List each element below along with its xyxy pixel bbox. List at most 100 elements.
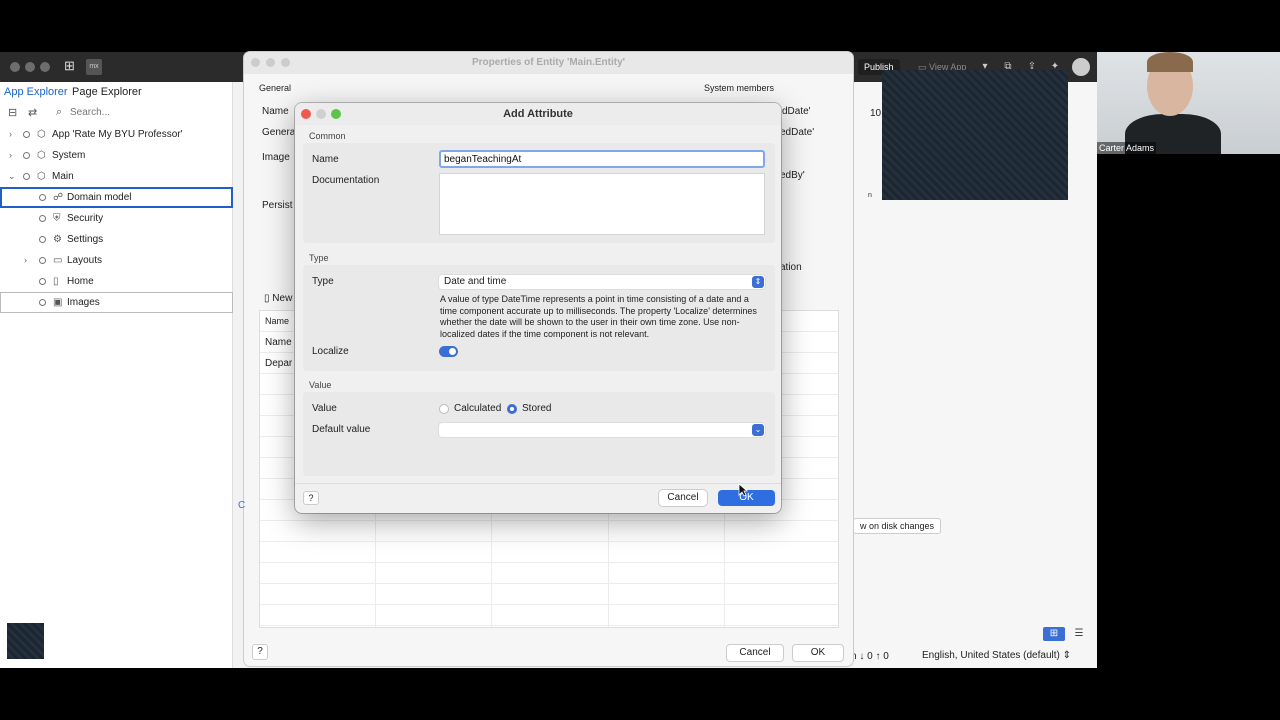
sync-status: n ↓ 0 ↑ 0 — [851, 651, 889, 662]
status-circle-icon — [23, 131, 30, 138]
tab-page-explorer[interactable]: Page Explorer — [72, 86, 142, 98]
folder-icon: ▭ — [53, 255, 63, 266]
close-window-button[interactable] — [10, 62, 20, 72]
video-thumbnail — [7, 623, 44, 659]
chevron-down-icon[interactable]: ⌄ — [8, 166, 18, 187]
system-member-2: edDate' — [780, 127, 815, 138]
generalization-label: Genera — [262, 127, 296, 138]
dialog-cancel-button[interactable]: Cancel — [659, 490, 707, 506]
type-description: A value of type DateTime represents a po… — [440, 294, 757, 339]
tab-app-explorer[interactable]: App Explorer — [4, 86, 68, 98]
common-section-title: Common — [309, 131, 346, 141]
value-label: Value — [312, 403, 337, 414]
tab-partial[interactable]: ation — [780, 262, 802, 273]
status-circle-icon — [39, 215, 46, 222]
table-row — [260, 563, 838, 584]
properties-ok-button[interactable]: OK — [792, 644, 844, 662]
documentation-textarea[interactable] — [439, 173, 765, 235]
status-circle-icon — [23, 173, 30, 180]
value-section-title: Value — [309, 380, 332, 390]
table-cell: Name — [265, 337, 292, 348]
dialog-titlebar: Add Attribute — [295, 103, 781, 125]
tree-item-label: Security — [67, 213, 104, 224]
tree-item-security[interactable]: ⛨ Security — [0, 208, 233, 229]
chevron-right-icon[interactable]: › — [24, 250, 34, 271]
table-row — [260, 584, 838, 605]
chevron-updown-icon: ⇕ — [752, 276, 764, 288]
chevron-right-icon[interactable]: › — [9, 124, 19, 145]
attribute-name-input[interactable] — [439, 150, 765, 168]
properties-cancel-button[interactable]: Cancel — [726, 644, 784, 662]
dialog-title: Add Attribute — [503, 108, 573, 120]
chevron-right-icon[interactable]: › — [9, 145, 19, 166]
image-label: Image — [262, 152, 290, 163]
properties-help-button[interactable]: ? — [252, 644, 268, 660]
search-icon: ⌕ — [56, 106, 63, 118]
status-circle-icon — [39, 194, 46, 201]
chevron-down-icon: ⌄ — [752, 424, 764, 436]
localize-label: Localize — [312, 346, 349, 357]
tree-item-label: App 'Rate My BYU Professor' — [52, 129, 183, 140]
type-label: Type — [312, 276, 334, 287]
system-member-3: edBy' — [780, 170, 805, 181]
tree-item-label: Home — [67, 276, 94, 287]
maximize-window-button[interactable] — [40, 62, 50, 72]
stored-radio-label[interactable]: Stored — [522, 403, 551, 414]
name-label: Name — [262, 106, 289, 117]
table-row — [260, 542, 838, 563]
tree-item-label: Images — [67, 297, 100, 308]
type-select-value: Date and time — [444, 276, 507, 287]
tree-item-images[interactable]: ▣ Images — [0, 292, 233, 313]
tree-item-system[interactable]: › ⬡ System — [0, 145, 233, 166]
status-circle-icon — [39, 299, 46, 306]
persistable-label: Persist — [262, 200, 293, 211]
app-grid-icon[interactable]: ⊞ — [64, 59, 76, 72]
mendix-logo: mx — [86, 59, 102, 75]
language-label: English, United States (default) — [922, 650, 1060, 661]
language-select[interactable]: English, United States (default) ⇕ — [922, 650, 1071, 661]
images-icon: ▣ — [53, 297, 63, 308]
view-on-disk-changes-button[interactable]: w on disk changes — [853, 518, 941, 534]
column-header-name: Name — [265, 316, 290, 326]
status-circle-icon — [39, 278, 46, 285]
tree-item-settings[interactable]: ⚙ Settings — [0, 229, 233, 250]
tree-item-app[interactable]: › ⬡ App 'Rate My BYU Professor' — [0, 124, 233, 145]
tree-item-home[interactable]: ▯ Home — [0, 271, 233, 292]
domain-model-icon: ☍ — [53, 192, 64, 203]
grid-view-button[interactable]: ⊞ — [1043, 627, 1065, 641]
collapse-all-icon[interactable]: ⊟ — [8, 106, 17, 119]
default-value-select[interactable]: ⌄ — [439, 423, 765, 437]
video-tile-dark — [882, 70, 1068, 200]
status-circle-icon — [39, 236, 46, 243]
app-icon: ⬡ — [37, 129, 46, 140]
name-label: Name — [312, 154, 339, 165]
system-member-1: dDate' — [782, 106, 811, 117]
system-members-title: System members — [704, 83, 775, 93]
stored-radio[interactable] — [507, 404, 517, 414]
tree-item-main[interactable]: ⌄ ⬡ Main — [0, 166, 233, 187]
list-view-button[interactable]: ☰ — [1068, 627, 1090, 641]
tree-item-domain-model[interactable]: ☍ Domain model — [0, 187, 233, 208]
explorer-tabs: App Explorer Page Explorer — [0, 82, 233, 102]
default-value-label: Default value — [312, 424, 371, 435]
search-input[interactable] — [70, 107, 220, 118]
new-attribute-label: New — [272, 293, 293, 304]
toggle-knob — [449, 348, 456, 355]
properties-titlebar: Properties of Entity 'Main.Entity' — [244, 52, 853, 74]
minimize-window-button[interactable] — [25, 62, 35, 72]
dialog-help-button[interactable]: ? — [303, 491, 319, 505]
app-explorer-panel: App Explorer Page Explorer ⊟ ⇄ ⌕ › ⬡ App… — [0, 82, 233, 668]
general-section-title: General — [259, 83, 292, 93]
tree-item-layouts[interactable]: › ▭ Layouts — [0, 250, 233, 271]
new-attribute-button[interactable]: ▯ New — [264, 293, 292, 304]
mouse-cursor-icon — [738, 483, 748, 497]
user-avatar[interactable] — [1072, 58, 1090, 76]
calculated-radio-label[interactable]: Calculated — [454, 403, 501, 414]
add-attribute-dialog: Add Attribute Common Name Documentation … — [295, 103, 781, 513]
localize-toggle[interactable] — [439, 346, 458, 357]
type-select[interactable]: Date and time ⇕ — [439, 275, 765, 289]
table-row — [260, 605, 838, 626]
calculated-radio[interactable] — [439, 404, 449, 414]
tree-item-label: Domain model — [67, 192, 132, 203]
link-editor-icon[interactable]: ⇄ — [28, 106, 37, 119]
